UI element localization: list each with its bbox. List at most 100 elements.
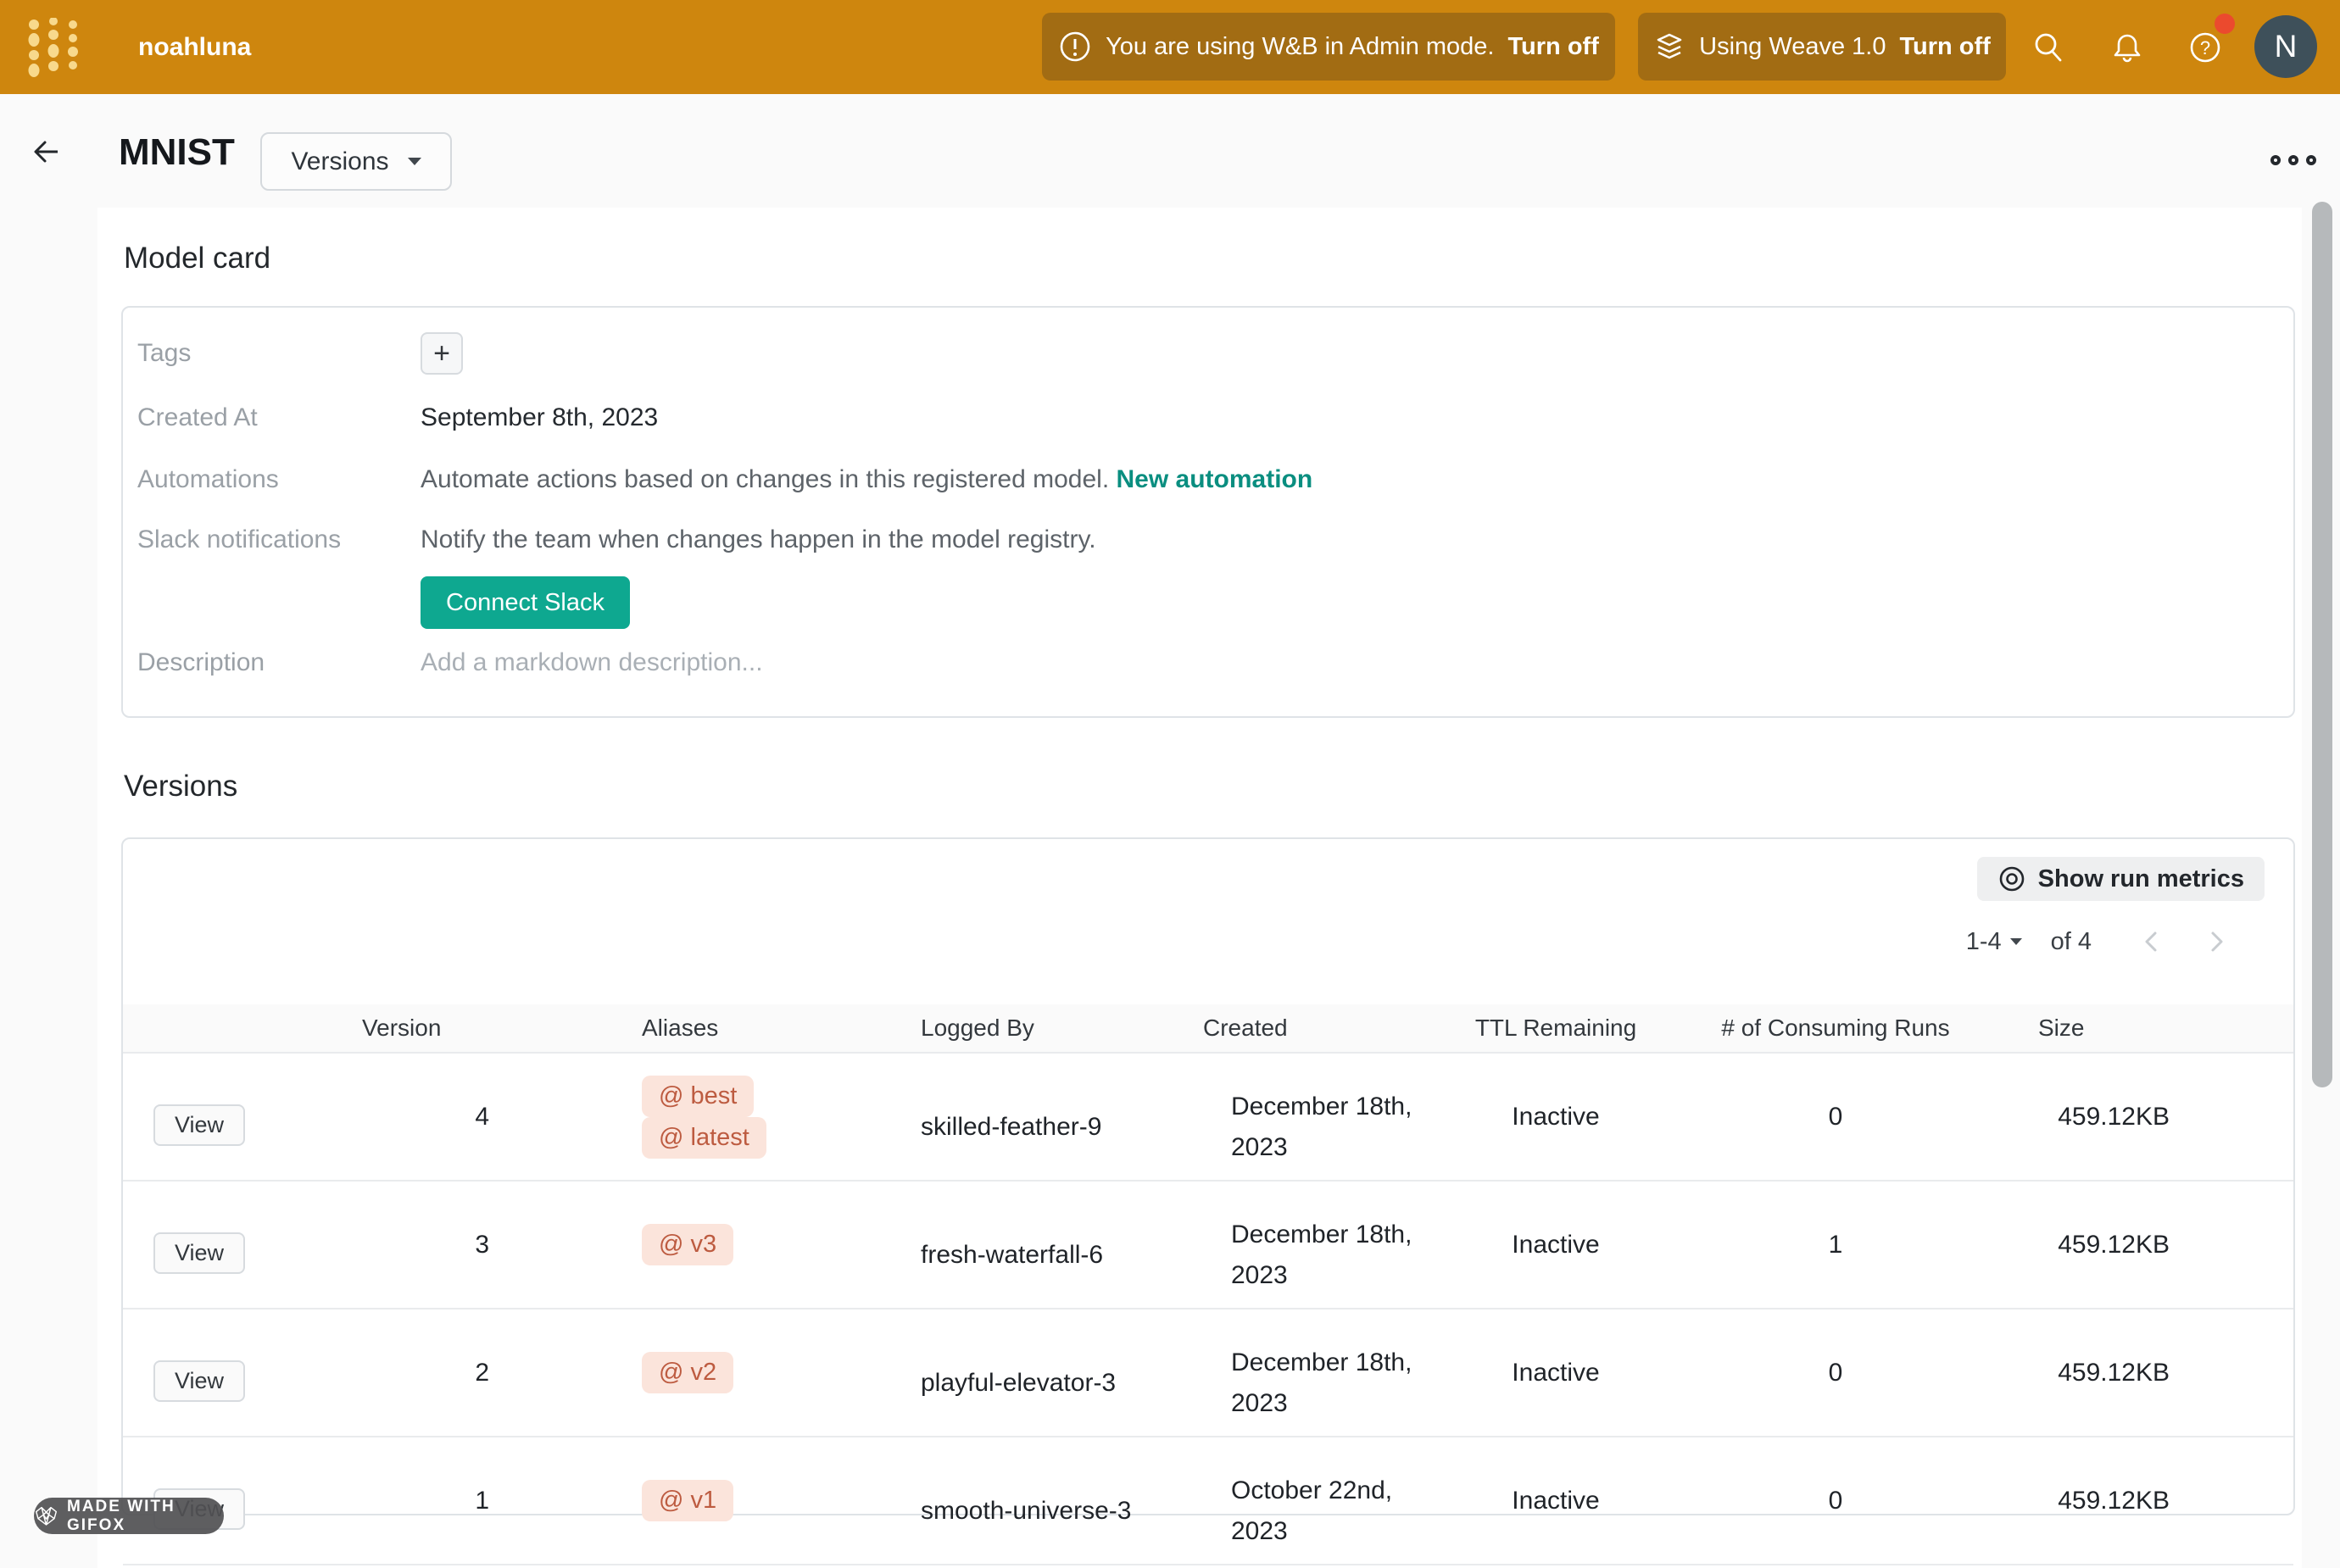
created-cell: December 18th, 2023 [1200, 1053, 1446, 1181]
show-run-metrics-button[interactable]: Show run metrics [1977, 857, 2265, 901]
next-page-icon[interactable] [2204, 927, 2229, 956]
bell-icon[interactable] [2111, 31, 2143, 64]
more-options-button[interactable] [2270, 155, 2316, 165]
consuming-runs-cell: 0 [1666, 1437, 2005, 1565]
weave-banner-text: Using Weave 1.0 [1699, 33, 1886, 61]
view-button[interactable]: View [153, 1104, 245, 1146]
table-header-row: Version Aliases Logged By Created TTL Re… [123, 1004, 2293, 1053]
current-user-name[interactable]: noahluna [138, 0, 251, 94]
table-row: View 1 @ v1 smooth-universe-3 October 22… [123, 1437, 2293, 1565]
chevron-down-icon [408, 158, 421, 165]
versions-panel: Show run metrics 1-4 of 4 Version Aliase… [121, 837, 2295, 1515]
help-icon[interactable]: ? [2189, 31, 2221, 64]
created-cell: December 18th, 2023 [1200, 1309, 1446, 1437]
ttl-cell: Inactive [1446, 1309, 1666, 1437]
dot-icon [2288, 155, 2298, 165]
size-cell: 459.12KB [2005, 1437, 2293, 1565]
alias-chip[interactable]: @ latest [642, 1117, 766, 1159]
user-avatar[interactable]: N [2254, 15, 2317, 78]
versions-table: Version Aliases Logged By Created TTL Re… [123, 1004, 2293, 1565]
pagination: 1-4 of 4 [1966, 927, 2229, 956]
dot-icon [2306, 155, 2316, 165]
avatar-initial: N [2275, 29, 2298, 64]
consuming-runs-cell: 0 [1666, 1053, 2005, 1181]
alert-circle-icon [1058, 30, 1092, 64]
logged-by-cell[interactable]: playful-elevator-3 [903, 1309, 1200, 1437]
alias-chip[interactable]: @ v3 [642, 1224, 733, 1265]
column-ttl-remaining: TTL Remaining [1446, 1004, 1666, 1053]
column-action [123, 1004, 284, 1053]
table-row: View 2 @ v2 playful-elevator-3 December … [123, 1309, 2293, 1437]
page-title: MNIST [119, 131, 235, 174]
description-label: Description [123, 648, 421, 677]
created-cell: December 18th, 2023 [1200, 1181, 1446, 1309]
alias-chip[interactable]: @ v2 [642, 1352, 733, 1393]
add-tag-button[interactable]: + [421, 332, 463, 375]
new-automation-link[interactable]: New automation [1117, 465, 1313, 493]
admin-mode-banner: You are using W&B in Admin mode. Turn of… [1042, 13, 1615, 81]
view-selector-label: Versions [291, 147, 388, 176]
automations-helper-text: Automate actions based on changes in thi… [421, 465, 1109, 493]
wandb-logo-icon[interactable] [24, 18, 83, 77]
automations-label: Automations [123, 465, 421, 494]
admin-banner-text: You are using W&B in Admin mode. [1106, 33, 1494, 61]
logged-by-cell[interactable]: smooth-universe-3 [903, 1437, 1200, 1565]
size-cell: 459.12KB [2005, 1181, 2293, 1309]
ttl-cell: Inactive [1446, 1053, 1666, 1181]
fox-icon [34, 1505, 58, 1527]
chevron-down-icon [2010, 938, 2022, 945]
aliases-cell: @ v3 [504, 1181, 903, 1309]
column-logged-by: Logged By [903, 1004, 1200, 1053]
column-version: Version [284, 1004, 504, 1053]
admin-turn-off-button[interactable]: Turn off [1507, 33, 1598, 61]
svg-text:?: ? [2200, 37, 2210, 58]
eye-icon [1997, 865, 2026, 893]
vertical-scrollbar[interactable] [2312, 202, 2332, 1087]
table-row: View 3 @ v3 fresh-waterfall-6 December 1… [123, 1181, 2293, 1309]
consuming-runs-cell: 1 [1666, 1181, 2005, 1309]
ttl-cell: Inactive [1446, 1437, 1666, 1565]
size-cell: 459.12KB [2005, 1053, 2293, 1181]
consuming-runs-cell: 0 [1666, 1309, 2005, 1437]
column-created: Created [1200, 1004, 1446, 1053]
versions-section-title: Versions [124, 770, 237, 803]
tags-label: Tags [123, 339, 421, 368]
column-aliases: Aliases [504, 1004, 903, 1053]
alias-chip[interactable]: @ v1 [642, 1480, 733, 1521]
page-range-dropdown[interactable]: 1-4 [1966, 928, 2022, 956]
connect-slack-button[interactable]: Connect Slack [421, 576, 630, 629]
version-cell: 2 [284, 1309, 504, 1437]
previous-page-icon[interactable] [2139, 927, 2164, 956]
page-total: of 4 [2051, 928, 2092, 956]
version-cell: 4 [284, 1053, 504, 1181]
created-at-label: Created At [123, 403, 421, 432]
alias-chip[interactable]: @ best [642, 1076, 754, 1117]
model-card-section-title: Model card [124, 242, 270, 275]
created-cell: October 22nd, 2023 [1200, 1437, 1446, 1565]
description-placeholder[interactable]: Add a markdown description... [421, 648, 763, 677]
version-cell: 3 [284, 1181, 504, 1309]
view-button[interactable]: View [153, 1232, 245, 1274]
slack-helper-text: Notify the team when changes happen in t… [421, 525, 1096, 554]
aliases-cell: @ best @ latest [504, 1053, 903, 1181]
table-row: View 4 @ best @ latest skilled-feather-9… [123, 1053, 2293, 1181]
logged-by-cell[interactable]: skilled-feather-9 [903, 1053, 1200, 1181]
search-icon[interactable] [2032, 31, 2064, 64]
slack-notifications-label: Slack notifications [123, 525, 421, 554]
view-button[interactable]: View [153, 1360, 245, 1402]
weave-banner: Using Weave 1.0 Turn off [1638, 13, 2006, 81]
version-cell: 1 [284, 1437, 504, 1565]
view-selector-dropdown[interactable]: Versions [260, 132, 452, 191]
back-arrow-button[interactable] [27, 133, 64, 170]
gifox-badge: MADE WITH GIFOX [34, 1498, 224, 1534]
show-run-metrics-label: Show run metrics [2038, 865, 2244, 893]
size-cell: 459.12KB [2005, 1309, 2293, 1437]
logged-by-cell[interactable]: fresh-waterfall-6 [903, 1181, 1200, 1309]
weave-layers-icon [1653, 31, 1685, 63]
ttl-cell: Inactive [1446, 1181, 1666, 1309]
notification-dot [2215, 14, 2235, 34]
aliases-cell: @ v1 [504, 1437, 903, 1565]
column-size: Size [2005, 1004, 2293, 1053]
weave-turn-off-button[interactable]: Turn off [1899, 33, 1990, 61]
top-navigation-bar: noahluna You are using W&B in Admin mode… [0, 0, 2340, 94]
